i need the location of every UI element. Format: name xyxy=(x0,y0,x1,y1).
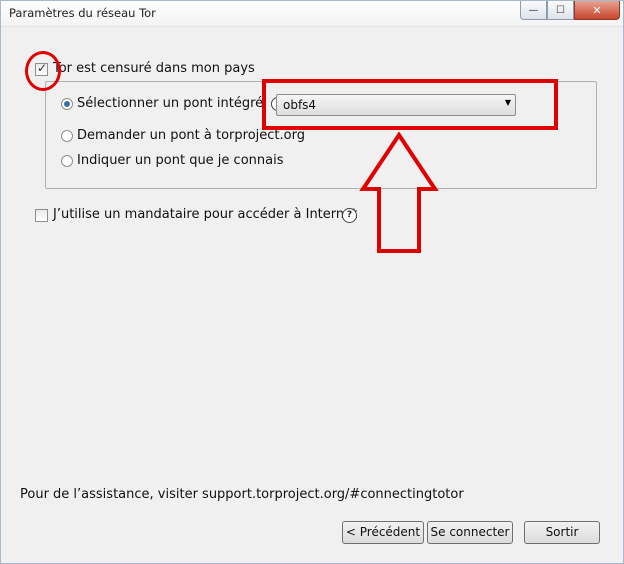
tor-settings-window: Paramètres du réseau Tor — ☐ ✕ Tor est c… xyxy=(0,0,624,564)
title-bar[interactable]: Paramètres du réseau Tor — ☐ ✕ xyxy=(1,1,623,27)
window-controls: — ☐ ✕ xyxy=(520,1,620,20)
request-bridge-label[interactable]: Demander un pont à torproject.org xyxy=(77,128,305,143)
builtin-bridge-label[interactable]: Sélectionner un pont intégré xyxy=(77,96,263,111)
proxy-checkbox[interactable] xyxy=(35,209,48,222)
annotation-circle xyxy=(25,51,61,91)
maximize-button[interactable]: ☐ xyxy=(547,1,574,20)
minimize-button[interactable]: — xyxy=(520,1,547,20)
close-button[interactable]: ✕ xyxy=(574,1,620,20)
radio-manual-bridge[interactable] xyxy=(61,155,73,167)
connect-button[interactable]: Se connecter xyxy=(427,521,513,544)
manual-bridge-label[interactable]: Indiquer un pont que je connais xyxy=(77,153,283,168)
proxy-label[interactable]: J’utilise un mandataire pour accéder à I… xyxy=(53,207,357,222)
censored-label[interactable]: Tor est censuré dans mon pays xyxy=(53,61,255,76)
radio-builtin-bridge[interactable] xyxy=(61,98,73,110)
radio-request-bridge[interactable] xyxy=(61,130,73,142)
window-title: Paramètres du réseau Tor xyxy=(9,6,156,20)
assistance-text: Pour de l’assistance, visiter support.to… xyxy=(20,487,464,502)
previous-button[interactable]: < Précédent xyxy=(342,521,424,544)
quit-button[interactable]: Sortir xyxy=(524,521,600,544)
annotation-up-arrow-icon xyxy=(359,131,439,253)
annotation-rectangle xyxy=(262,79,558,130)
help-icon[interactable]: ? xyxy=(342,208,357,223)
